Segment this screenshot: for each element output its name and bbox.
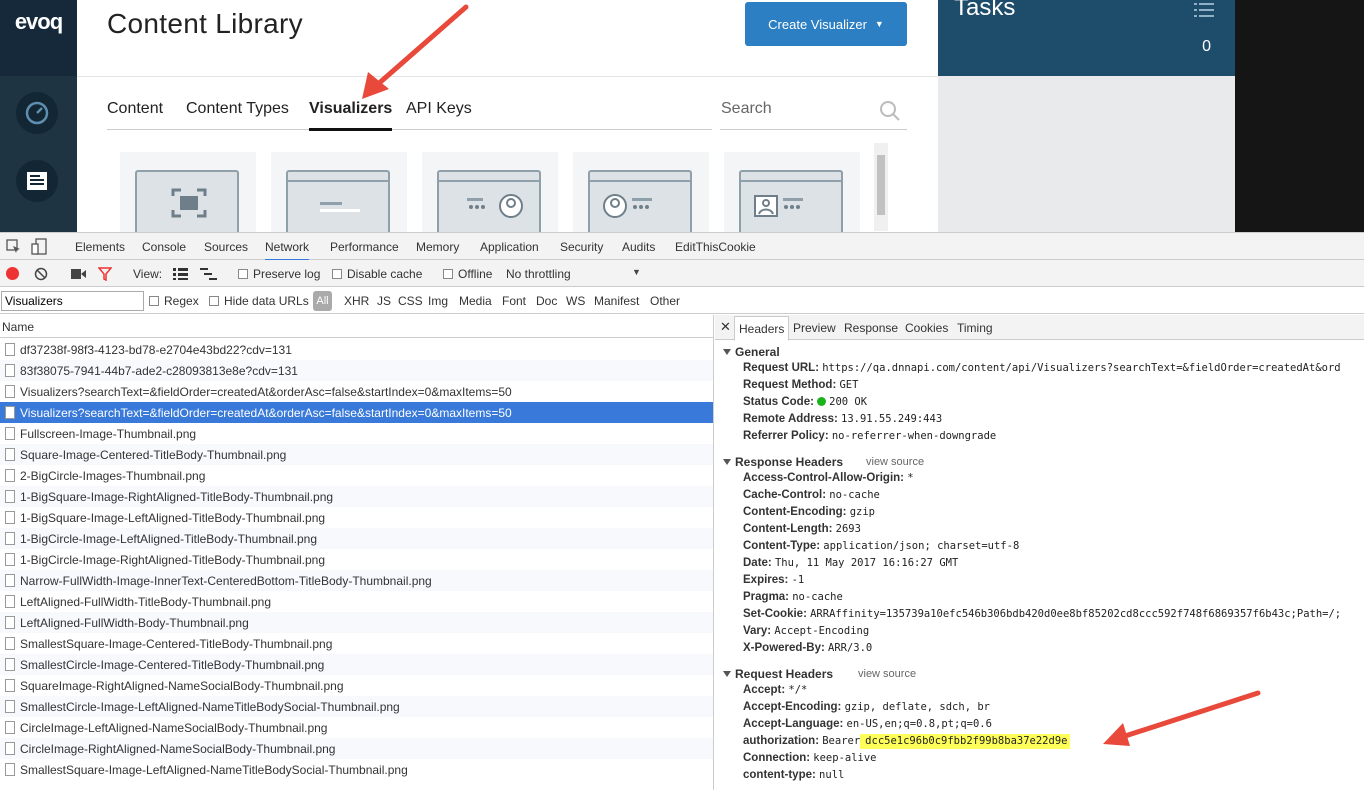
- annotation-arrows: [362, 4, 1261, 746]
- arrow-to-auth-token: [1103, 690, 1261, 746]
- arrow-to-visualizers-tab: [362, 4, 469, 99]
